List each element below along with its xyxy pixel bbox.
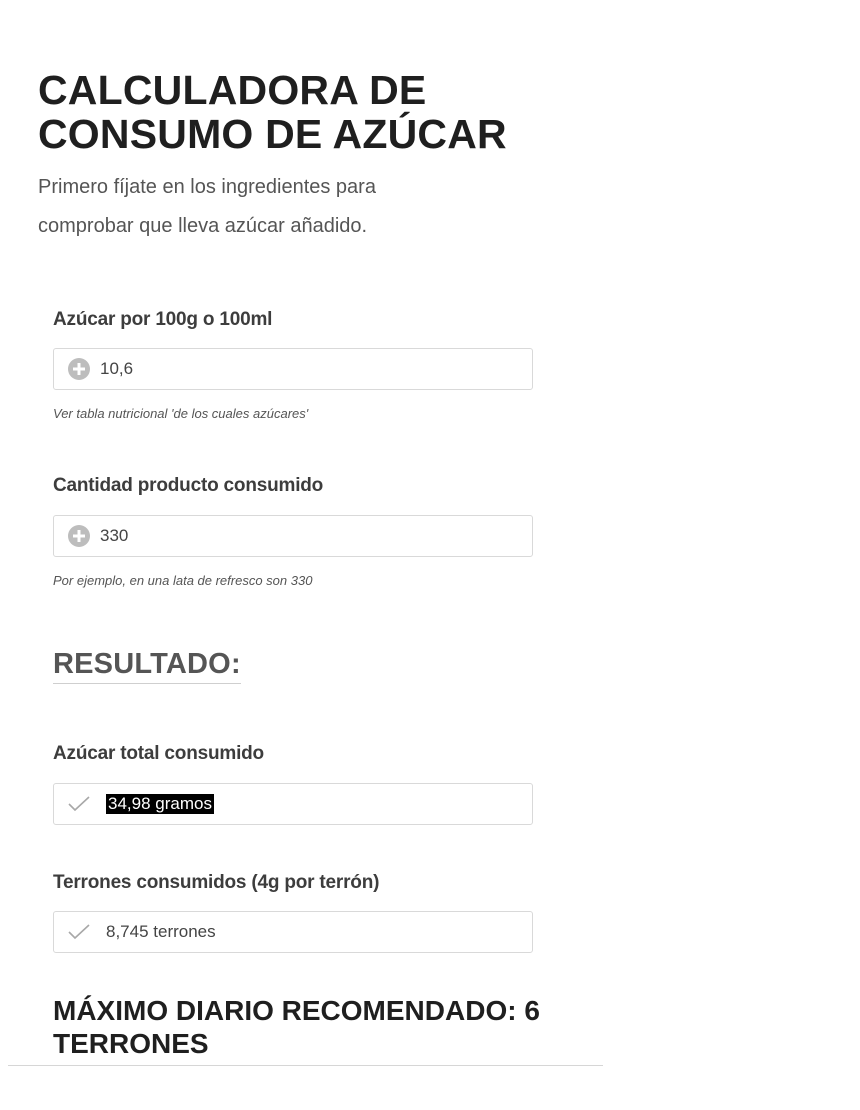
amount-consumed-label: Cantidad producto consumido (53, 475, 324, 496)
intro-text: Primero fíjate en los ingredientes para … (38, 176, 376, 237)
divider (8, 1065, 603, 1066)
result-heading: RESULTADO: (53, 648, 241, 684)
sugar-per-100-input[interactable] (100, 359, 480, 379)
plus-icon (68, 525, 90, 547)
amount-consumed-input[interactable] (100, 526, 480, 546)
cubes-field: 8,745 terrones (53, 911, 533, 953)
max-daily-heading: MÁXIMO DIARIO RECOMENDADO: 6 TERRONES (53, 995, 540, 1059)
check-icon (68, 796, 90, 812)
page-title: CALCULADORA DE CONSUMO DE AZÚCAR (38, 67, 507, 157)
cubes-label: Terrones consumidos (4g por terrón) (53, 872, 380, 893)
plus-icon (68, 358, 90, 380)
sugar-per-100-field[interactable] (53, 348, 533, 390)
amount-consumed-hint: Por ejemplo, en una lata de refresco son… (53, 573, 313, 588)
cubes-value: 8,745 terrones (106, 922, 216, 941)
sugar-per-100-label: Azúcar por 100g o 100ml (53, 309, 273, 330)
amount-consumed-field[interactable] (53, 515, 533, 557)
check-icon (68, 924, 90, 940)
total-sugar-label: Azúcar total consumido (53, 743, 264, 764)
total-sugar-field: 34,98 gramos (53, 783, 533, 825)
total-sugar-value: 34,98 gramos (106, 794, 214, 814)
sugar-per-100-hint: Ver tabla nutricional 'de los cuales azú… (53, 406, 309, 421)
